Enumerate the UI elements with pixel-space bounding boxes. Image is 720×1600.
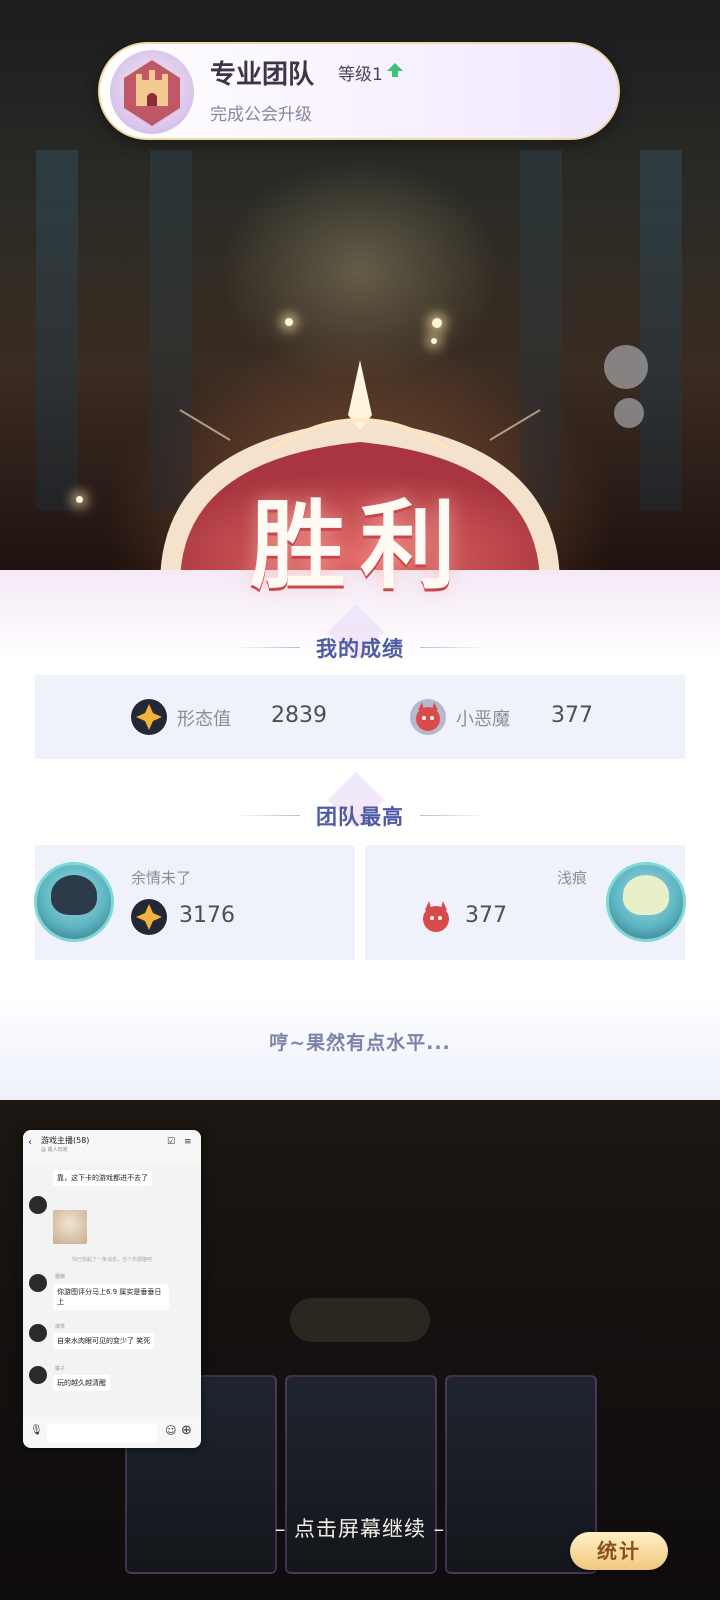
chat-title: 游戏主播(58)	[41, 1136, 90, 1145]
chat-text-input[interactable]	[47, 1424, 157, 1442]
victory-title: 胜利	[250, 489, 470, 602]
menu-icon[interactable]: ≡	[184, 1137, 192, 1147]
statistics-button[interactable]: 统计	[570, 1532, 668, 1570]
player-name: 浅痕	[557, 869, 588, 887]
chat-message: 你游图评分马上6.9 属实是垂垂日上	[53, 1284, 169, 1310]
imp-icon	[410, 699, 446, 735]
microphone-icon[interactable]: 🎙	[30, 1425, 43, 1436]
player-avatar[interactable]	[34, 862, 114, 942]
guild-level: 等级1	[338, 65, 383, 85]
my-score-row: 形态值 2839 小恶魔 377	[35, 675, 685, 759]
background-pillar	[640, 150, 682, 510]
team-best-title: 团队最高	[316, 805, 404, 829]
chat-message: 自来水肉眼可见的变少了 笑死	[53, 1333, 155, 1349]
taunt-message: 哼~果然有点水平...	[269, 1032, 451, 1054]
avatar	[29, 1366, 47, 1384]
avatar	[29, 1196, 47, 1214]
guild-achievement-banner: 专业团队 等级1 完成公会升级	[98, 42, 620, 140]
player-score: 3176	[179, 903, 235, 928]
chat-message: 靠，这下卡的游戏都进不去了	[53, 1170, 152, 1186]
level-up-arrow-icon	[387, 63, 403, 77]
floating-bubble	[604, 345, 648, 389]
form-value: 2839	[271, 703, 327, 728]
sender-name: 抹茶	[55, 1324, 66, 1330]
castle-badge-icon	[110, 50, 194, 134]
plus-icon[interactable]: ⊕	[181, 1423, 192, 1438]
chat-header: ‹ 游戏主播(58) @ 成人玩家 ☑ ≡	[23, 1130, 201, 1162]
sender-name: 橘子	[55, 1366, 66, 1372]
avatar-hair	[51, 875, 97, 915]
chat-message: 玩的越久越清醒	[53, 1375, 110, 1391]
star-gem-icon	[131, 899, 167, 935]
guild-name: 专业团队	[210, 60, 315, 90]
dim-button-background	[290, 1298, 430, 1342]
floating-bubble	[614, 398, 644, 428]
imp-icon	[423, 901, 449, 932]
imp-label: 小恶魔	[456, 709, 510, 730]
player-score: 377	[465, 903, 507, 928]
emoji-icon[interactable]: ☺	[165, 1424, 176, 1437]
chat-subtitle: @ 成人玩家	[41, 1147, 68, 1153]
imp-value: 377	[551, 703, 593, 728]
background-pillar	[36, 150, 78, 510]
dim-card	[285, 1375, 437, 1574]
my-score-title: 我的成绩	[316, 637, 404, 661]
sender-name: 猫粮	[55, 1274, 66, 1280]
chat-floating-window[interactable]: ‹ 游戏主播(58) @ 成人玩家 ☑ ≡ 靠，这下卡的游戏都进不去了 你已收起…	[23, 1130, 201, 1448]
chat-input-bar: 🎙 ☺ ⊕	[23, 1418, 201, 1448]
calendar-icon[interactable]: ☑	[167, 1137, 175, 1147]
back-arrow-icon[interactable]: ‹	[28, 1137, 32, 1148]
system-notice: 你已收起了一条消息，当个布偶猫吧	[71, 1257, 152, 1263]
chat-image-cat[interactable]	[53, 1210, 87, 1244]
avatar	[29, 1274, 47, 1292]
star-gem-icon	[131, 699, 167, 735]
avatar	[29, 1324, 47, 1342]
player-avatar[interactable]	[606, 862, 686, 942]
player-name: 余情未了	[131, 869, 192, 887]
guild-subtitle: 完成公会升级	[210, 105, 312, 125]
avatar-hair	[623, 875, 669, 915]
form-value-label: 形态值	[177, 709, 231, 730]
